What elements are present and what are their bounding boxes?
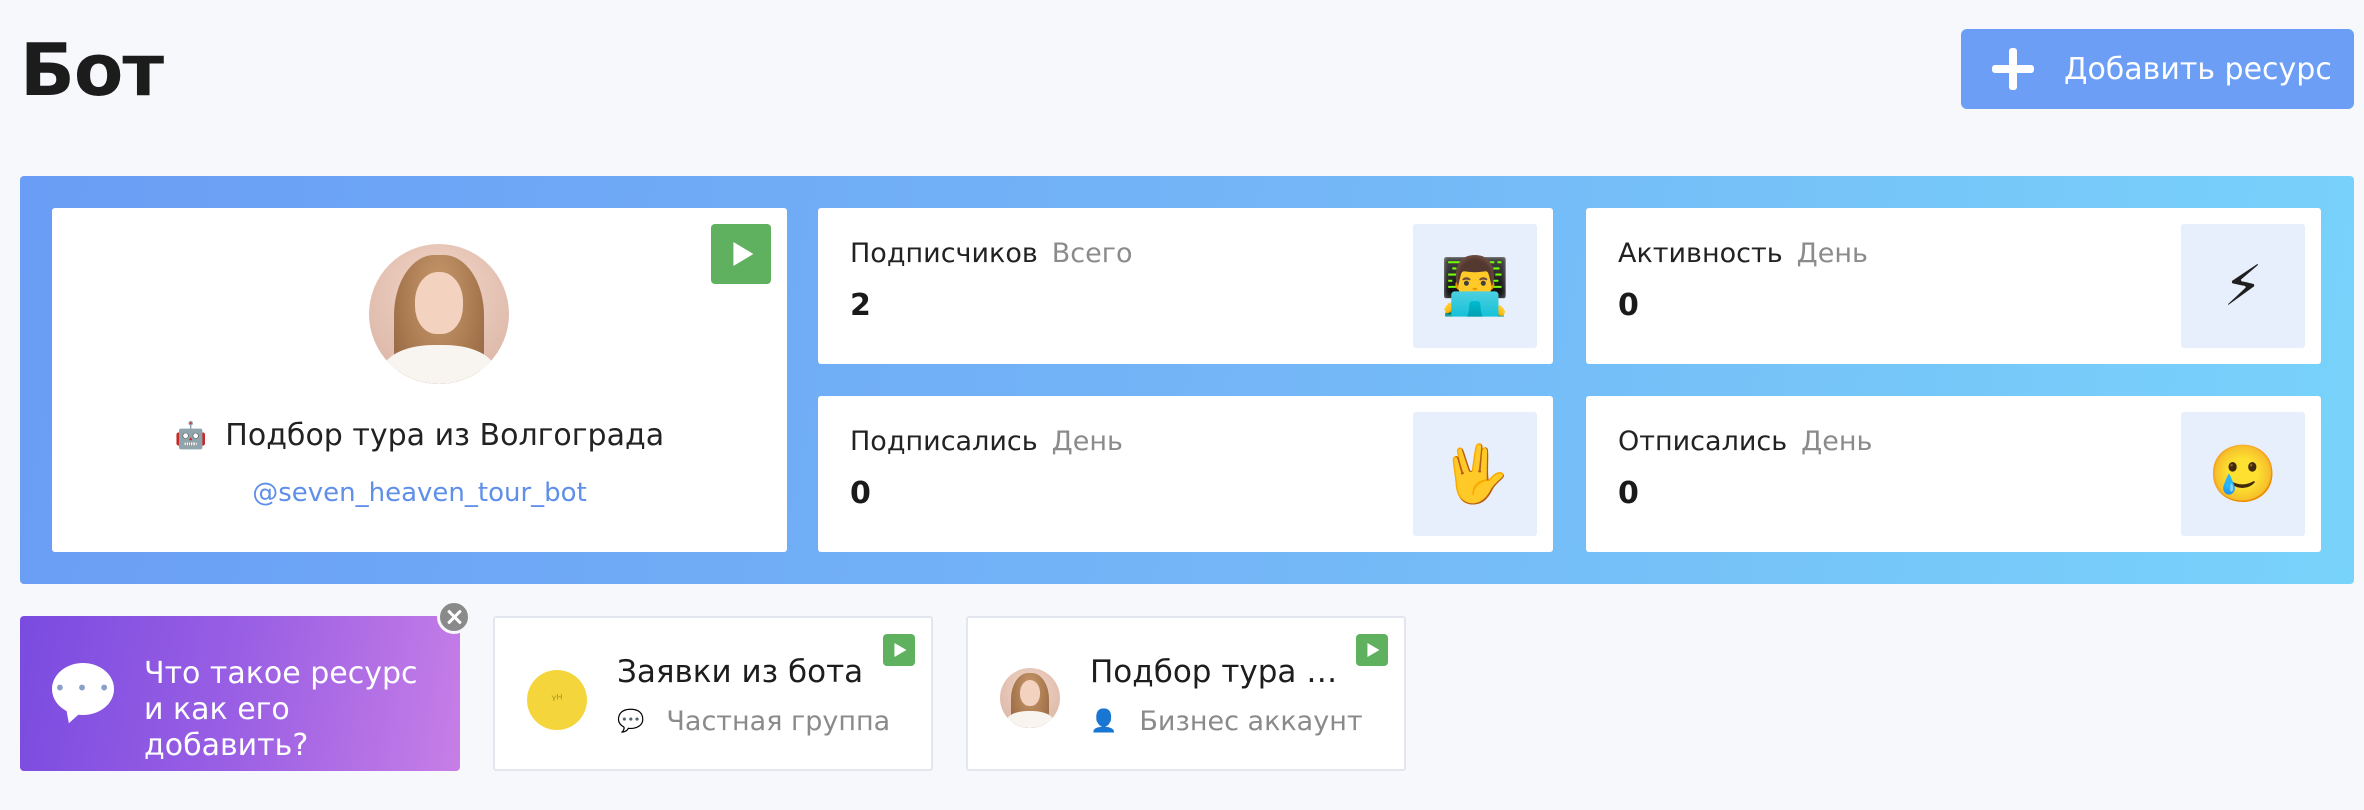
resource-type-row: 👤 Бизнес аккаунт	[1090, 706, 1363, 737]
stat-period: День	[1801, 426, 1873, 457]
resource-name: Подбор тура …	[1090, 654, 1338, 690]
resource-name: Заявки из бота	[617, 654, 864, 690]
stat-card-activity: Активность День 0 ⚡	[1586, 208, 2321, 364]
what-is-resource-tile[interactable]: • • • Что такое ресурс и как его добавит…	[20, 616, 460, 771]
person-icon: 👤	[1090, 709, 1118, 734]
resource-type: Частная группа	[666, 706, 891, 737]
stat-value: 0	[1618, 476, 1639, 511]
stat-period: Всего	[1051, 238, 1133, 269]
lightning-icon: ⚡	[2181, 224, 2305, 348]
resource-type-row: 💬 Частная группа	[617, 706, 890, 737]
stat-title: Подписались	[850, 426, 1038, 457]
page-title: Бот	[20, 28, 164, 112]
avatar	[1000, 668, 1060, 728]
robot-icon: 🤖	[174, 420, 208, 451]
stat-value: 2	[850, 288, 871, 323]
crying-face-icon: 🥲	[2181, 412, 2305, 536]
bot-profile-card: 🤖 Подбор тура из Волгограда @seven_heave…	[52, 208, 787, 552]
bot-name: Подбор тура из Волгограда	[225, 418, 665, 453]
resource-card[interactable]: ᵞᴴ Заявки из бота 💬 Частная группа	[493, 616, 933, 771]
stat-title: Активность	[1618, 238, 1783, 269]
stat-value: 0	[1618, 288, 1639, 323]
stat-period: День	[1796, 238, 1868, 269]
add-resource-label: Добавить ресурс	[2064, 51, 2332, 87]
resource-type: Бизнес аккаунт	[1139, 706, 1363, 737]
avatar: ᵞᴴ	[527, 670, 587, 730]
close-icon[interactable]	[437, 600, 471, 634]
stat-title: Отписались	[1618, 426, 1788, 457]
info-tile-text: Что такое ресурс и как его добавить?	[144, 656, 418, 763]
speech-bubble-icon: 💬	[617, 709, 645, 734]
vulcan-salute-icon: 🖖	[1413, 412, 1537, 536]
stat-period: День	[1051, 426, 1123, 457]
technologist-icon: 👨‍💻	[1413, 224, 1537, 348]
bot-handle-link[interactable]: @seven_heaven_tour_bot	[52, 478, 787, 508]
stat-value: 0	[850, 476, 871, 511]
bot-stats-panel: 🤖 Подбор тура из Волгограда @seven_heave…	[20, 176, 2354, 584]
play-icon[interactable]	[711, 224, 771, 284]
play-icon[interactable]	[1356, 634, 1388, 666]
chat-bubble-icon: • • •	[52, 663, 114, 715]
stat-card-subscribed: Подписались День 0 🖖	[818, 396, 1553, 552]
play-icon[interactable]	[883, 634, 915, 666]
stat-card-unsubscribed: Отписались День 0 🥲	[1586, 396, 2321, 552]
avatar	[369, 244, 509, 384]
resource-card[interactable]: Подбор тура … 👤 Бизнес аккаунт	[966, 616, 1406, 771]
add-resource-button[interactable]: Добавить ресурс	[1961, 29, 2354, 109]
stat-card-subscribers: Подписчиков Всего 2 👨‍💻	[818, 208, 1553, 364]
stat-title: Подписчиков	[850, 238, 1038, 269]
bot-name-row: 🤖 Подбор тура из Волгограда	[52, 418, 787, 453]
plus-icon	[1992, 48, 2034, 90]
